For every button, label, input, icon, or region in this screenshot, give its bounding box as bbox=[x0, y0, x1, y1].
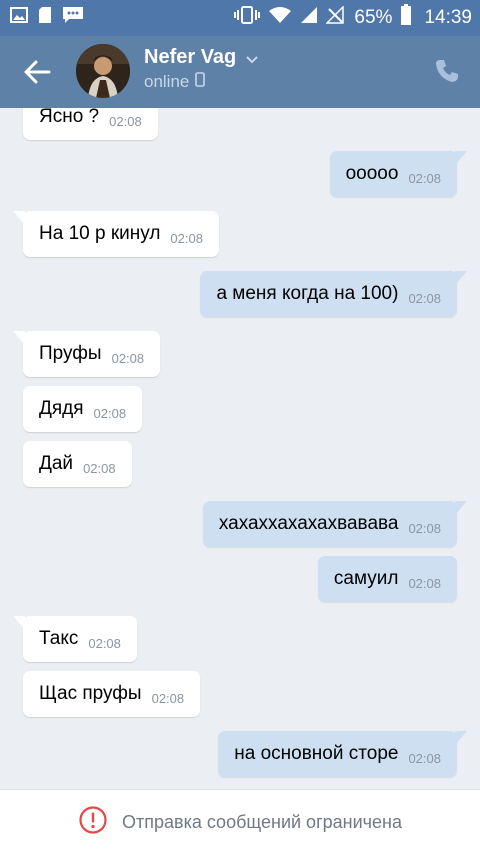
message-time: 02:08 bbox=[111, 351, 145, 366]
message-time: 02:08 bbox=[408, 291, 441, 306]
message-time: 02:08 bbox=[170, 231, 203, 246]
signal-disabled-icon bbox=[325, 5, 345, 30]
contact-status: online bbox=[144, 72, 206, 92]
message-time: 02:08 bbox=[93, 406, 127, 421]
message-text: Дай bbox=[39, 453, 74, 474]
message-bubble[interactable]: на основной сторе 02:08 bbox=[218, 731, 467, 777]
message-text: на основной сторе bbox=[234, 743, 399, 764]
message-text: Щас пруфы bbox=[39, 683, 142, 704]
message-list[interactable]: Ясно ? 02:08 ооооо 02:08 На 10 р кинул 0… bbox=[0, 108, 480, 789]
message-bubble[interactable]: ооооо 02:08 bbox=[329, 151, 468, 197]
message-text: Дядя bbox=[39, 398, 84, 419]
vibrate-icon bbox=[234, 5, 261, 31]
battery-percent: 65% bbox=[354, 7, 393, 28]
messaging-restricted-bar: Отправка сообщений ограничена bbox=[0, 789, 480, 854]
mobile-device-icon bbox=[195, 72, 206, 92]
message-time: 02:08 bbox=[151, 691, 185, 706]
message-bubble[interactable]: хахаххахахахвавава 02:08 bbox=[202, 501, 468, 547]
chat-header: Nefer Vag online bbox=[0, 36, 480, 108]
contact-name[interactable]: Nefer Vag bbox=[144, 46, 236, 69]
wifi-icon bbox=[268, 6, 292, 30]
message-bubble[interactable]: Пруфы 02:08 bbox=[12, 331, 161, 377]
phone-call-icon[interactable] bbox=[434, 58, 460, 89]
status-text: online bbox=[144, 72, 190, 91]
message-bubble[interactable]: Ясно ? 02:08 bbox=[23, 108, 158, 140]
message-text: На 10 р кинул bbox=[39, 223, 161, 244]
message-text: Ясно ? bbox=[39, 108, 100, 127]
message-time: 02:08 bbox=[88, 636, 121, 651]
status-bar: 65% 14:39 bbox=[0, 0, 480, 36]
gallery-icon bbox=[10, 7, 28, 28]
battery-icon bbox=[400, 4, 412, 32]
clock: 14:39 bbox=[424, 7, 472, 28]
message-bubble[interactable]: Такс 02:08 bbox=[13, 616, 137, 662]
message-time: 02:08 bbox=[109, 114, 142, 129]
restriction-notice: Отправка сообщений ограничена bbox=[122, 811, 402, 832]
back-arrow-icon[interactable] bbox=[22, 58, 52, 86]
message-time: 02:08 bbox=[408, 576, 441, 591]
warning-icon bbox=[78, 805, 108, 840]
chevron-down-icon[interactable] bbox=[245, 52, 259, 70]
message-time: 02:08 bbox=[408, 171, 441, 186]
message-text: ооооо bbox=[345, 163, 399, 184]
message-bubble[interactable]: Дай 02:08 bbox=[23, 441, 132, 487]
message-bubble[interactable]: а меня когда на 100) 02:08 bbox=[200, 271, 467, 317]
message-text: хахаххахахахвавава bbox=[218, 513, 399, 534]
message-bubble[interactable]: Дядя 02:08 bbox=[23, 386, 143, 432]
signal-icon bbox=[300, 6, 318, 30]
message-text: Пруфы bbox=[39, 343, 102, 364]
message-bubble[interactable]: самуил 02:08 bbox=[317, 556, 457, 602]
avatar[interactable] bbox=[76, 44, 130, 98]
message-bubble[interactable]: На 10 р кинул 02:08 bbox=[13, 211, 219, 257]
message-time: 02:08 bbox=[408, 751, 441, 766]
message-time: 02:08 bbox=[83, 461, 116, 476]
message-bubble[interactable]: Щас пруфы 02:08 bbox=[23, 671, 201, 717]
message-icon bbox=[62, 6, 84, 29]
message-text: самуил bbox=[333, 568, 399, 589]
sd-card-icon bbox=[38, 6, 52, 29]
message-text: Такс bbox=[39, 628, 79, 649]
message-text: а меня когда на 100) bbox=[216, 283, 399, 304]
message-time: 02:08 bbox=[408, 521, 441, 536]
